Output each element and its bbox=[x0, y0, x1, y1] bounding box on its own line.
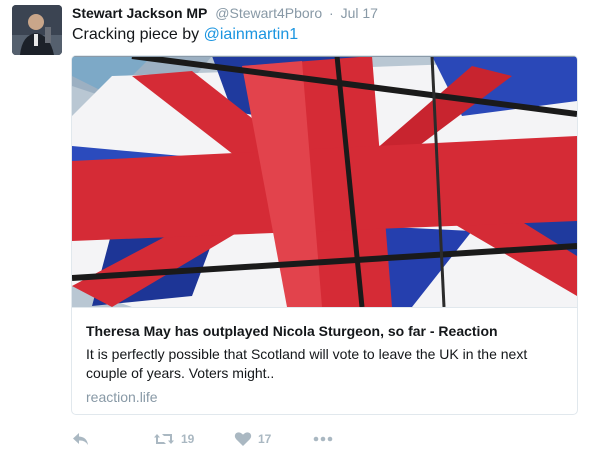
more-button[interactable] bbox=[313, 428, 333, 450]
reply-button[interactable] bbox=[72, 428, 90, 450]
author-handle[interactable]: @Stewart4Pboro bbox=[215, 5, 322, 21]
like-button[interactable]: 17 bbox=[234, 428, 271, 450]
heart-icon bbox=[234, 432, 252, 446]
mention-link[interactable]: @iainmartin1 bbox=[204, 26, 299, 43]
more-icon bbox=[313, 436, 333, 442]
card-title[interactable]: Theresa May has outplayed Nicola Sturgeo… bbox=[86, 322, 498, 340]
retweet-icon bbox=[154, 434, 174, 444]
card-description: It is perfectly possible that Scotland w… bbox=[86, 346, 528, 381]
tweet-timestamp[interactable]: Jul 17 bbox=[341, 5, 378, 21]
avatar[interactable] bbox=[12, 5, 62, 55]
tweet-text: Cracking piece by @iainmartin1 bbox=[72, 24, 298, 46]
avatar-image bbox=[12, 5, 62, 55]
union-jack-flag-image bbox=[72, 56, 577, 307]
card-domain: reaction.life bbox=[86, 389, 158, 405]
tweet-text-prefix: Cracking piece by bbox=[72, 26, 204, 43]
reply-icon bbox=[73, 433, 88, 445]
link-card[interactable]: Theresa May has outplayed Nicola Sturgeo… bbox=[71, 55, 578, 415]
author-name[interactable]: Stewart Jackson MP bbox=[72, 5, 207, 21]
tweet-header: Stewart Jackson MP @Stewart4Pboro · Jul … bbox=[72, 4, 378, 22]
card-body: Theresa May has outplayed Nicola Sturgeo… bbox=[72, 307, 577, 414]
tweet: Stewart Jackson MP @Stewart4Pboro · Jul … bbox=[0, 0, 599, 459]
retweet-button[interactable]: 19 bbox=[153, 428, 194, 450]
separator-dot: · bbox=[329, 5, 334, 21]
tweet-actions: 19 17 bbox=[72, 428, 572, 450]
retweet-count: 19 bbox=[181, 432, 195, 446]
like-count: 17 bbox=[258, 432, 272, 446]
